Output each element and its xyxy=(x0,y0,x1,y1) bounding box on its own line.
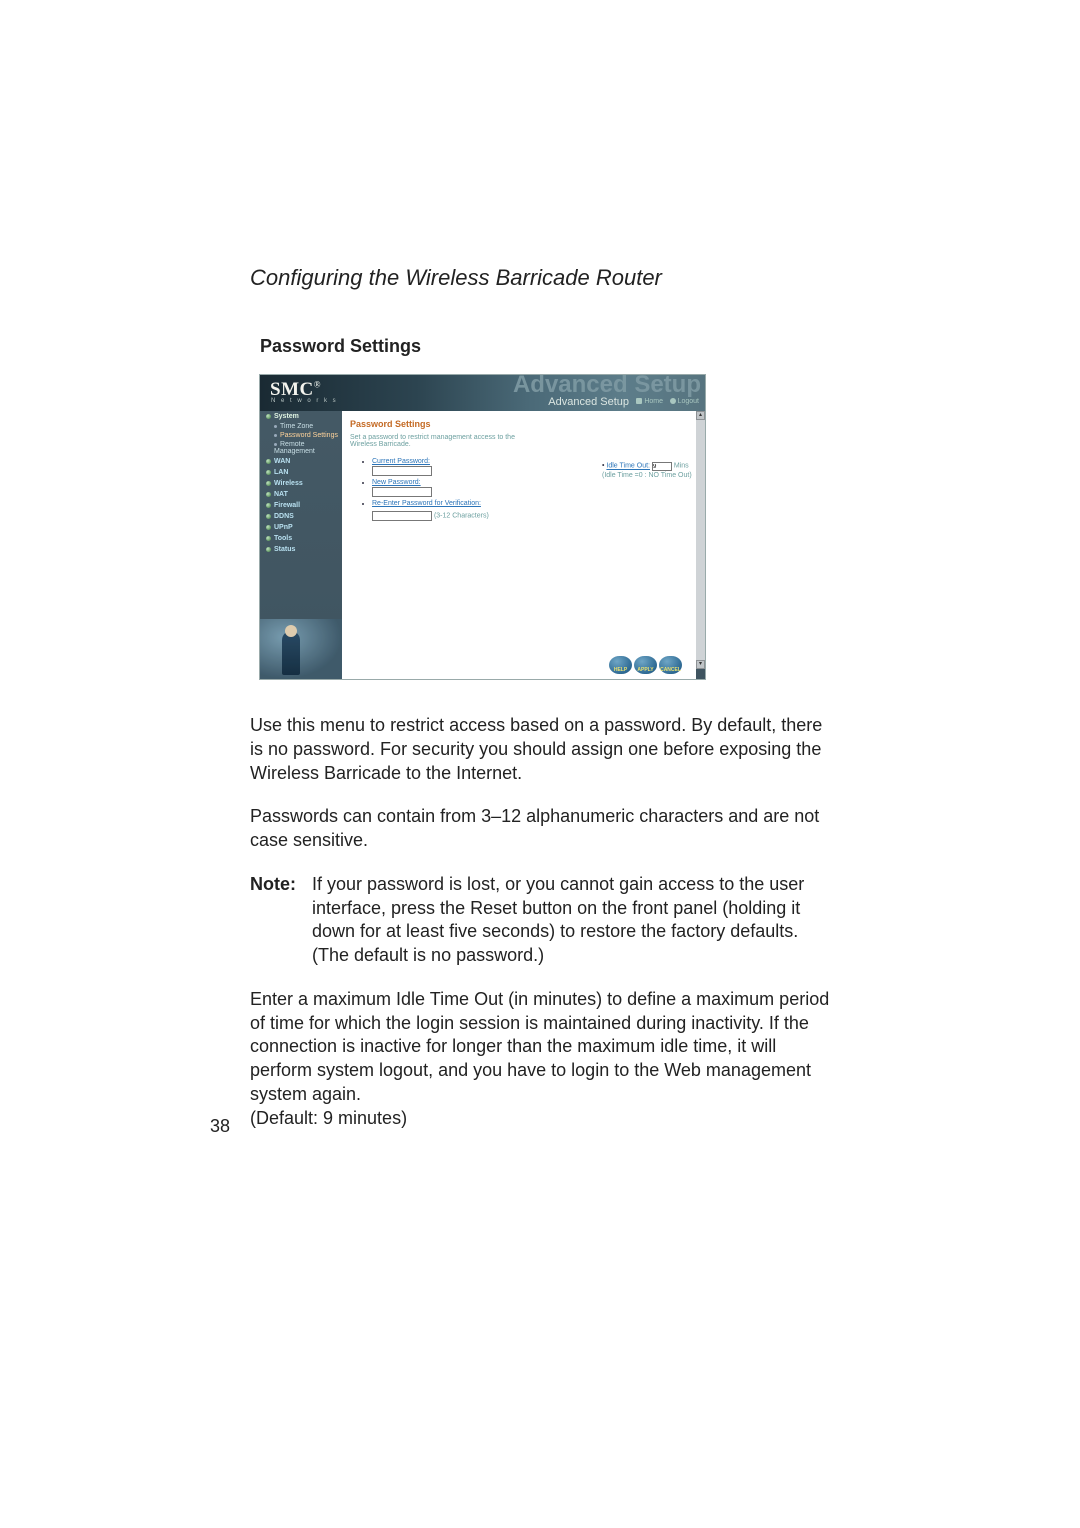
nav-sub-timezone[interactable]: Time Zone xyxy=(260,422,342,431)
scroll-up-button[interactable]: ▴ xyxy=(696,411,705,420)
nav-item-label: NAT xyxy=(274,491,288,498)
nav-system-label: System xyxy=(274,413,299,420)
nav-ddns[interactable]: DDNS xyxy=(260,511,342,522)
new-password-input[interactable] xyxy=(372,487,432,497)
running-head: Configuring the Wireless Barricade Route… xyxy=(250,265,830,291)
body-paragraph-1: Use this menu to restrict access based o… xyxy=(250,714,830,785)
nav-item-label: Firewall xyxy=(274,502,300,509)
router-admin-screenshot: SMC® N e t w o r k s Advanced Setup Adva… xyxy=(260,375,705,679)
bullet-icon xyxy=(266,514,271,519)
reenter-password-input-row: (3-12 Characters) xyxy=(372,510,536,521)
figure-body-icon xyxy=(282,631,300,675)
nav-item-label: UPnP xyxy=(274,524,293,531)
nav-tools[interactable]: Tools xyxy=(260,533,342,544)
panel-heading: Password Settings xyxy=(350,419,536,429)
action-buttons: HELP APPLY CANCEL xyxy=(609,656,682,674)
dot-icon xyxy=(274,443,277,446)
bullet-icon xyxy=(266,492,271,497)
brand-text: SMC xyxy=(270,379,314,400)
section-heading: Password Settings xyxy=(260,336,830,357)
nav-lan[interactable]: LAN xyxy=(260,467,342,478)
home-link[interactable]: Home xyxy=(636,398,663,405)
idle-timeout-input[interactable] xyxy=(652,462,672,471)
bullet-icon xyxy=(266,470,271,475)
bullet-icon xyxy=(266,547,271,552)
nav-wireless[interactable]: Wireless xyxy=(260,478,342,489)
scrollbar[interactable]: ▴ ▾ xyxy=(696,411,705,669)
brand-reg: ® xyxy=(314,380,321,390)
nav-status[interactable]: Status xyxy=(260,544,342,555)
nav-item-label: LAN xyxy=(274,469,288,476)
home-icon xyxy=(636,398,642,404)
new-password-row: New Password: xyxy=(372,479,536,497)
bullet-icon xyxy=(266,525,271,530)
apply-button[interactable]: APPLY xyxy=(634,656,657,674)
figure-head-icon xyxy=(285,625,297,637)
current-password-row: Current Password: xyxy=(372,458,536,476)
side-nav: System Time Zone Password Settings Remot… xyxy=(260,411,342,555)
banner-subtitle: Advanced Setup xyxy=(548,396,629,408)
scroll-down-button[interactable]: ▾ xyxy=(696,660,705,669)
nav-item-label: Tools xyxy=(274,535,292,542)
nav-item-label: DDNS xyxy=(274,513,294,520)
current-password-label: Current Password: xyxy=(372,458,430,465)
body-paragraph-3: Enter a maximum Idle Time Out (in minute… xyxy=(250,988,830,1131)
bullet-icon xyxy=(266,536,271,541)
help-button[interactable]: HELP xyxy=(609,656,632,674)
bullet-icon xyxy=(266,414,271,419)
content-panel: Password Settings Set a password to rest… xyxy=(342,411,696,679)
reenter-password-input[interactable] xyxy=(372,511,432,521)
screenshot-banner: SMC® N e t w o r k s Advanced Setup Adva… xyxy=(260,375,705,411)
note-body: If your password is lost, or you cannot … xyxy=(312,873,830,968)
nav-nat[interactable]: NAT xyxy=(260,489,342,500)
dot-icon xyxy=(274,434,277,437)
nav-item-label: Status xyxy=(274,546,295,553)
page-number: 38 xyxy=(210,1116,230,1137)
idle-note: (Idle Time =0 : NO Time Out) xyxy=(602,472,692,479)
nav-upnp[interactable]: UPnP xyxy=(260,522,342,533)
idle-mins-label: Mins xyxy=(674,463,689,470)
panel-description: Set a password to restrict management ac… xyxy=(350,434,536,448)
nav-sub-label: Password Settings xyxy=(280,432,338,439)
current-password-input[interactable] xyxy=(372,466,432,476)
home-link-label: Home xyxy=(644,398,663,405)
brand-subtext: N e t w o r k s xyxy=(271,398,338,404)
logout-icon xyxy=(670,398,676,404)
char-note: (3-12 Characters) xyxy=(434,512,489,519)
idle-timeout-label: Idle Time Out: xyxy=(606,463,650,470)
note-block: Note: If your password is lost, or you c… xyxy=(250,873,830,968)
logout-link-label: Logout xyxy=(678,398,699,405)
note-label: Note: xyxy=(250,873,312,968)
decorative-illustration xyxy=(260,619,342,679)
body-paragraph-2: Passwords can contain from 3–12 alphanum… xyxy=(250,805,830,853)
nav-firewall[interactable]: Firewall xyxy=(260,500,342,511)
nav-sub-password-settings[interactable]: Password Settings xyxy=(260,431,342,440)
nav-sub-label: Time Zone xyxy=(280,423,313,430)
nav-sub-remote-management[interactable]: Remote Management xyxy=(260,440,342,456)
reenter-password-label: Re-Enter Password for Verification: xyxy=(372,500,481,507)
nav-system[interactable]: System xyxy=(260,411,342,422)
bullet-icon xyxy=(266,459,271,464)
idle-timeout-block: • Idle Time Out: Mins (Idle Time =0 : NO… xyxy=(602,462,692,479)
bullet-icon xyxy=(266,503,271,508)
nav-item-label: WAN xyxy=(274,458,290,465)
password-fields: Current Password: New Password: Re-Enter… xyxy=(350,458,536,521)
nav-item-label: Wireless xyxy=(274,480,303,487)
nav-wan[interactable]: WAN xyxy=(260,456,342,467)
reenter-password-row: Re-Enter Password for Verification: xyxy=(372,500,536,507)
cancel-button[interactable]: CANCEL xyxy=(659,656,682,674)
new-password-label: New Password: xyxy=(372,479,421,486)
logout-link[interactable]: Logout xyxy=(670,398,699,405)
bullet-icon xyxy=(266,481,271,486)
dot-icon xyxy=(274,425,277,428)
nav-sub-label: Remote Management xyxy=(274,441,315,455)
